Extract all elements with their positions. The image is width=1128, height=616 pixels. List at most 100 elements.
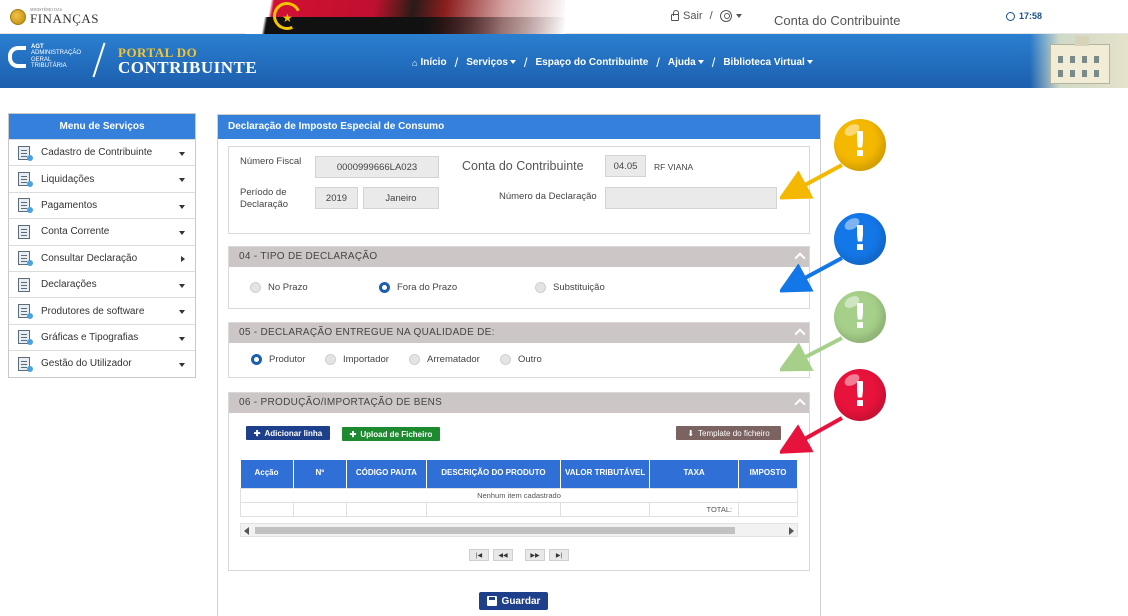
flag-star-icon: ★ bbox=[282, 11, 293, 25]
save-button[interactable]: Guardar bbox=[479, 592, 548, 610]
radio-button[interactable] bbox=[325, 354, 336, 365]
chevron-down-icon bbox=[179, 178, 185, 183]
sidebar-item-label: Produtores de software bbox=[41, 305, 145, 317]
portal-header: AGT ADMINISTRAÇÃO GERAL TRIBUTÁRIA PORTA… bbox=[0, 34, 1128, 88]
sidebar-item-label: Gráficas e Tipografias bbox=[41, 331, 139, 343]
prev-page-button[interactable]: ◀◀ bbox=[493, 549, 513, 561]
sidebar-item-declaracoes[interactable]: Declarações bbox=[9, 270, 195, 297]
radio-label: Outro bbox=[518, 354, 542, 365]
office-code-field[interactable]: 04.05 bbox=[605, 155, 646, 177]
col-numero[interactable]: Nº bbox=[293, 460, 348, 488]
nav-services[interactable]: Serviços bbox=[466, 57, 516, 68]
agt-logo[interactable]: AGT ADMINISTRAÇÃO GERAL TRIBUTÁRIA bbox=[8, 44, 81, 69]
home-icon: ⌂ bbox=[412, 57, 418, 68]
chevron-down-icon[interactable] bbox=[735, 14, 742, 18]
scroll-left-icon[interactable] bbox=[244, 527, 249, 535]
document-icon bbox=[17, 250, 33, 267]
chevron-down-icon bbox=[179, 363, 185, 368]
chevron-right-icon bbox=[181, 255, 185, 262]
radio-importador[interactable]: Importador bbox=[325, 354, 389, 365]
nif-field[interactable]: 0000999666LA023 bbox=[315, 156, 439, 178]
sidebar-item-gestao-utilizador[interactable]: Gestão do Utilizador bbox=[9, 350, 195, 376]
sidebar-item-graficas-tipografias[interactable]: Gráficas e Tipografias bbox=[9, 323, 195, 350]
next-page-button[interactable]: ▶▶ bbox=[525, 549, 545, 561]
logout-link[interactable]: Sair bbox=[683, 10, 703, 22]
radio-button-selected[interactable] bbox=[251, 354, 262, 365]
radio-button[interactable] bbox=[500, 354, 511, 365]
agt-line2: GERAL bbox=[31, 56, 52, 63]
portal-title[interactable]: PORTAL DO CONTRIBUINTE bbox=[118, 46, 257, 76]
top-page-title: Conta do Contribuinte bbox=[774, 13, 901, 28]
col-valor-tributavel[interactable]: VALOR TRIBUTÁVEL bbox=[560, 460, 651, 488]
template-file-button[interactable]: ⬇ Template do ficheiro bbox=[676, 426, 781, 440]
radio-outro[interactable]: Outro bbox=[500, 354, 542, 365]
upload-file-button[interactable]: ✚ Upload de Ficheiro bbox=[342, 427, 440, 441]
radio-produtor[interactable]: Produtor bbox=[251, 354, 305, 365]
plus-icon: ✚ bbox=[349, 429, 357, 439]
radio-button[interactable] bbox=[409, 354, 420, 365]
sidebar-item-label: Declarações bbox=[41, 279, 97, 291]
annotation-arrow-green bbox=[780, 336, 843, 372]
sidebar-item-liquidacoes[interactable]: Liquidações bbox=[9, 165, 195, 191]
col-accao[interactable]: Acção bbox=[240, 460, 294, 488]
radio-label: Substituição bbox=[553, 282, 605, 293]
table-pager: |◀ ◀◀ ▶▶ ▶| bbox=[469, 549, 569, 561]
radio-button[interactable] bbox=[535, 282, 546, 293]
services-menu: Menu de Serviços Cadastro de Contribuint… bbox=[8, 113, 196, 378]
period-label: Período de Declaração bbox=[240, 187, 289, 210]
nav-taxpayer-space[interactable]: Espaço do Contribuinte bbox=[536, 57, 649, 68]
nif-label: Número Fiscal bbox=[240, 156, 302, 167]
agt-line1: ADMINISTRAÇÃO bbox=[31, 50, 82, 57]
floppy-disk-icon bbox=[486, 596, 497, 606]
scrollbar-thumb[interactable] bbox=[255, 527, 735, 534]
decl-number-field[interactable] bbox=[605, 187, 777, 209]
exclamation-icon: ! bbox=[852, 125, 868, 165]
sidebar-item-consultar-declaracao[interactable]: Consultar Declaração bbox=[9, 244, 195, 271]
clock-icon bbox=[1006, 11, 1015, 21]
nav-home[interactable]: Início bbox=[420, 57, 446, 68]
portal-title-line2: CONTRIBUINTE bbox=[118, 58, 258, 77]
year-field[interactable]: 2019 bbox=[315, 187, 358, 209]
user-menu-icon[interactable] bbox=[719, 10, 732, 22]
col-taxa[interactable]: TAXA bbox=[649, 460, 740, 488]
nav-library[interactable]: Biblioteca Virtual bbox=[723, 57, 813, 68]
month-field[interactable]: Janeiro bbox=[363, 187, 439, 209]
radio-button[interactable] bbox=[250, 282, 261, 293]
document-icon bbox=[17, 303, 33, 320]
declaration-quality-section: 05 - DECLARAÇÃO ENTREGUE NA QUALIDADE DE… bbox=[228, 322, 810, 378]
services-menu-title: Menu de Serviços bbox=[9, 114, 195, 139]
lock-icon bbox=[671, 10, 679, 21]
ministry-seal-icon bbox=[10, 8, 26, 25]
first-page-button[interactable]: |◀ bbox=[469, 549, 489, 561]
col-codigo-pauta[interactable]: CÓDIGO PAUTA bbox=[346, 460, 427, 488]
sidebar-item-produtores-software[interactable]: Produtores de software bbox=[9, 297, 195, 323]
radio-arrematador[interactable]: Arrematador bbox=[409, 354, 480, 365]
radio-fora-do-prazo[interactable]: Fora do Prazo bbox=[379, 282, 457, 293]
radio-no-prazo[interactable]: No Prazo bbox=[250, 282, 308, 293]
sidebar-item-pagamentos[interactable]: Pagamentos bbox=[9, 191, 195, 218]
radio-button-selected[interactable] bbox=[379, 282, 390, 293]
radio-substituicao[interactable]: Substituição bbox=[535, 282, 605, 293]
exclamation-icon: ! bbox=[852, 375, 868, 415]
col-descricao[interactable]: DESCRIÇÃO DO PRODUTO bbox=[426, 460, 562, 488]
chevron-down-icon bbox=[806, 60, 813, 65]
panel-title: Declaração de Imposto Especial de Consum… bbox=[218, 115, 820, 139]
document-icon bbox=[17, 329, 33, 346]
sidebar-item-cadastro[interactable]: Cadastro de Contribuinte bbox=[9, 139, 195, 165]
chevron-down-icon bbox=[179, 152, 185, 156]
declaration-panel: Declaração de Imposto Especial de Consum… bbox=[217, 114, 821, 616]
table-total-row: TOTAL: bbox=[240, 501, 798, 517]
warning-bubble-blue: ! bbox=[834, 213, 886, 265]
decl-number-label: Número da Declaração bbox=[499, 191, 597, 202]
top-bar: MINISTÉRIO DAS FINANÇAS ★ Sair / Conta d… bbox=[0, 0, 1128, 34]
table-horizontal-scrollbar[interactable] bbox=[240, 523, 798, 537]
last-page-button[interactable]: ▶| bbox=[549, 549, 569, 561]
section-title: 06 - PRODUÇÃO/IMPORTAÇÃO DE BENS bbox=[229, 393, 809, 413]
chevron-down-icon bbox=[697, 60, 704, 65]
sidebar-item-conta-corrente[interactable]: Conta Corrente bbox=[9, 218, 195, 244]
session-clock: 17:58 bbox=[1006, 11, 1042, 21]
add-line-button[interactable]: ✚ Adicionar linha bbox=[246, 426, 330, 440]
nav-help[interactable]: Ajuda bbox=[668, 57, 704, 68]
scroll-right-icon[interactable] bbox=[789, 527, 794, 535]
radio-label: Importador bbox=[343, 354, 389, 365]
